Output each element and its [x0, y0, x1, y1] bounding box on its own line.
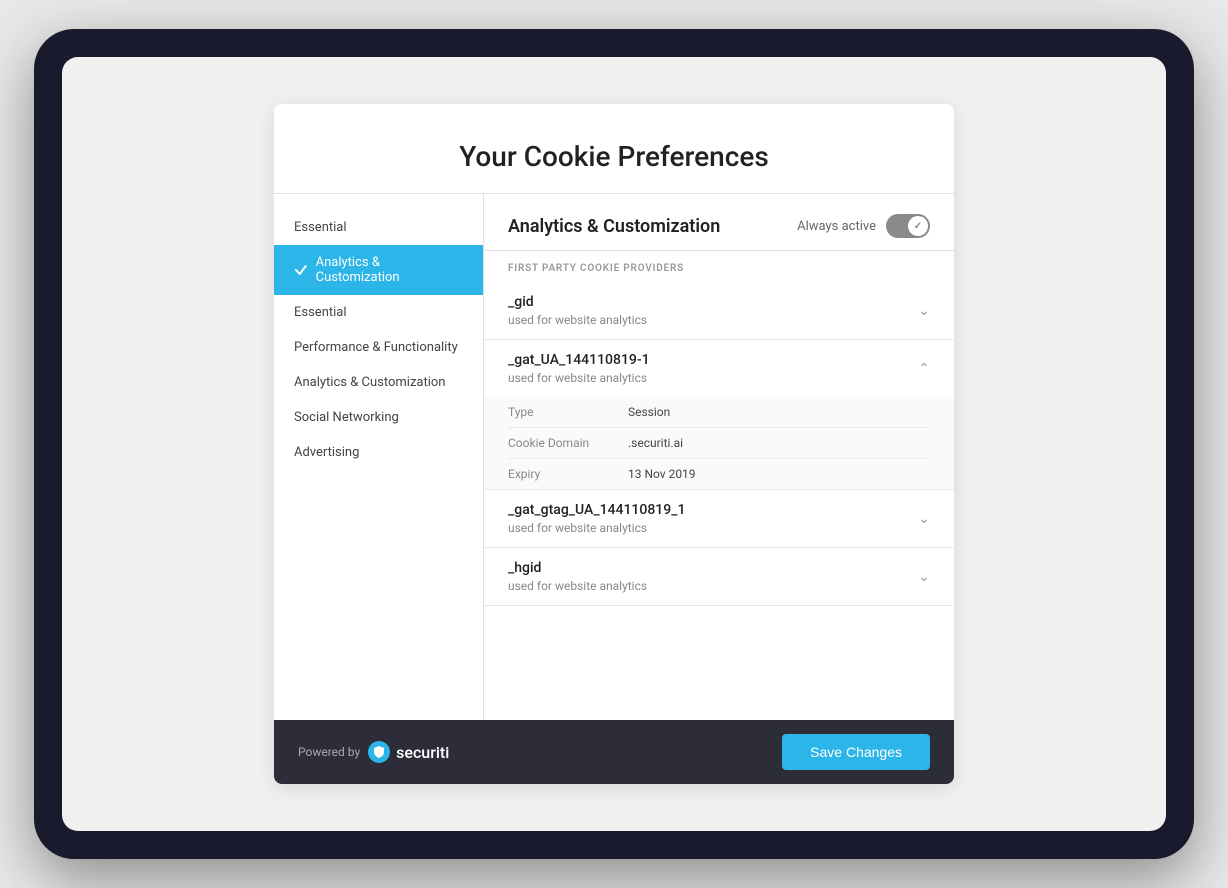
cookie-item-hgid-header[interactable]: _hgid used for website analytics ⌄	[484, 548, 954, 605]
check-icon	[294, 263, 308, 277]
sidebar-item-label: Advertising	[294, 445, 359, 460]
save-changes-button[interactable]: Save Changes	[782, 734, 930, 770]
section-label: FIRST PARTY COOKIE PROVIDERS	[484, 251, 954, 282]
modal-body: Essential Analytics & Customization Esse…	[274, 194, 954, 720]
content-header: Analytics & Customization Always active …	[484, 194, 954, 251]
cookie-item-gat-gtag-header[interactable]: _gat_gtag_UA_144110819_1 used for websit…	[484, 490, 954, 547]
cookie-desc-gid: used for website analytics	[508, 313, 647, 327]
sidebar-item-label: Performance & Functionality	[294, 340, 458, 355]
cookie-item-gat-gtag-left: _gat_gtag_UA_144110819_1 used for websit…	[508, 502, 685, 535]
sidebar-item-social[interactable]: Social Networking	[274, 400, 483, 435]
powered-by: Powered by securiti	[298, 741, 449, 763]
cookie-item-gat-ua-header[interactable]: _gat_UA_144110819-1 used for website ana…	[484, 340, 954, 397]
cookie-name-gid: _gid	[508, 294, 647, 310]
cookie-detail-expiry: Expiry 13 Nov 2019	[508, 459, 930, 489]
chevron-down-icon-gid: ⌄	[918, 303, 930, 319]
cookie-item-hgid: _hgid used for website analytics ⌄	[484, 548, 954, 606]
cookie-item-gid-header[interactable]: _gid used for website analytics ⌄	[484, 282, 954, 339]
sidebar-item-label: Essential	[294, 220, 347, 235]
sidebar-item-essential-top[interactable]: Essential	[274, 210, 483, 245]
sidebar: Essential Analytics & Customization Esse…	[274, 194, 484, 720]
cookie-list: _gid used for website analytics ⌄ _gat_U…	[484, 282, 954, 720]
cookie-detail-domain: Cookie Domain .securiti.ai	[508, 428, 930, 459]
powered-by-label: Powered by	[298, 745, 360, 759]
cookie-desc-gat-gtag: used for website analytics	[508, 521, 685, 535]
detail-value-expiry: 13 Nov 2019	[628, 467, 696, 481]
sidebar-item-analytics-active[interactable]: Analytics & Customization	[274, 245, 483, 295]
cookie-name-gat-ua: _gat_UA_144110819-1	[508, 352, 650, 368]
detail-key-domain: Cookie Domain	[508, 436, 628, 450]
detail-value-type: Session	[628, 405, 670, 419]
sidebar-item-performance[interactable]: Performance & Functionality	[274, 330, 483, 365]
content-title: Analytics & Customization	[508, 216, 720, 237]
always-active-toggle[interactable]: ✓	[886, 214, 930, 238]
cookie-name-gat-gtag: _gat_gtag_UA_144110819_1	[508, 502, 685, 518]
cookie-item-hgid-left: _hgid used for website analytics	[508, 560, 647, 593]
device-frame: Your Cookie Preferences Essential Analyt…	[34, 29, 1194, 859]
cookie-desc-gat-ua: used for website analytics	[508, 371, 650, 385]
modal-header: Your Cookie Preferences	[274, 104, 954, 194]
sidebar-item-advertising[interactable]: Advertising	[274, 435, 483, 470]
cookie-item-gid-left: _gid used for website analytics	[508, 294, 647, 327]
modal-footer: Powered by securiti Save Changes	[274, 720, 954, 784]
securiti-logo: securiti	[368, 741, 449, 763]
cookie-item-gid: _gid used for website analytics ⌄	[484, 282, 954, 340]
detail-value-domain: .securiti.ai	[628, 436, 683, 450]
cookie-desc-hgid: used for website analytics	[508, 579, 647, 593]
cookie-detail-type: Type Session	[508, 397, 930, 428]
cookie-name-hgid: _hgid	[508, 560, 647, 576]
always-active-label: Always active	[797, 219, 876, 234]
toggle-check-icon: ✓	[914, 221, 922, 232]
sidebar-item-label: Analytics & Customization	[294, 375, 445, 390]
chevron-down-icon-hgid: ⌄	[918, 569, 930, 585]
securiti-shield-icon	[372, 745, 386, 759]
toggle-knob: ✓	[908, 216, 928, 236]
cookie-item-gat-gtag: _gat_gtag_UA_144110819_1 used for websit…	[484, 490, 954, 548]
detail-key-type: Type	[508, 405, 628, 419]
cookie-item-gat-ua: _gat_UA_144110819-1 used for website ana…	[484, 340, 954, 490]
device-screen: Your Cookie Preferences Essential Analyt…	[62, 57, 1166, 831]
cookie-item-gat-ua-left: _gat_UA_144110819-1 used for website ana…	[508, 352, 650, 385]
sidebar-active-label: Analytics & Customization	[316, 255, 463, 285]
chevron-down-icon-gat-gtag: ⌄	[918, 511, 930, 527]
sidebar-item-label: Essential	[294, 305, 347, 320]
content-area: Analytics & Customization Always active …	[484, 194, 954, 720]
detail-key-expiry: Expiry	[508, 467, 628, 481]
always-active-area: Always active ✓	[797, 214, 930, 238]
sidebar-item-essential[interactable]: Essential	[274, 295, 483, 330]
securiti-icon	[368, 741, 390, 763]
chevron-up-icon-gat-ua: ⌃	[918, 361, 930, 377]
sidebar-item-analytics-2[interactable]: Analytics & Customization	[274, 365, 483, 400]
cookie-details-gat-ua: Type Session Cookie Domain .securiti.ai …	[484, 397, 954, 489]
securiti-brand-name: securiti	[396, 743, 449, 762]
sidebar-item-label: Social Networking	[294, 410, 399, 425]
cookie-preferences-modal: Your Cookie Preferences Essential Analyt…	[274, 104, 954, 784]
page-title: Your Cookie Preferences	[314, 140, 914, 173]
